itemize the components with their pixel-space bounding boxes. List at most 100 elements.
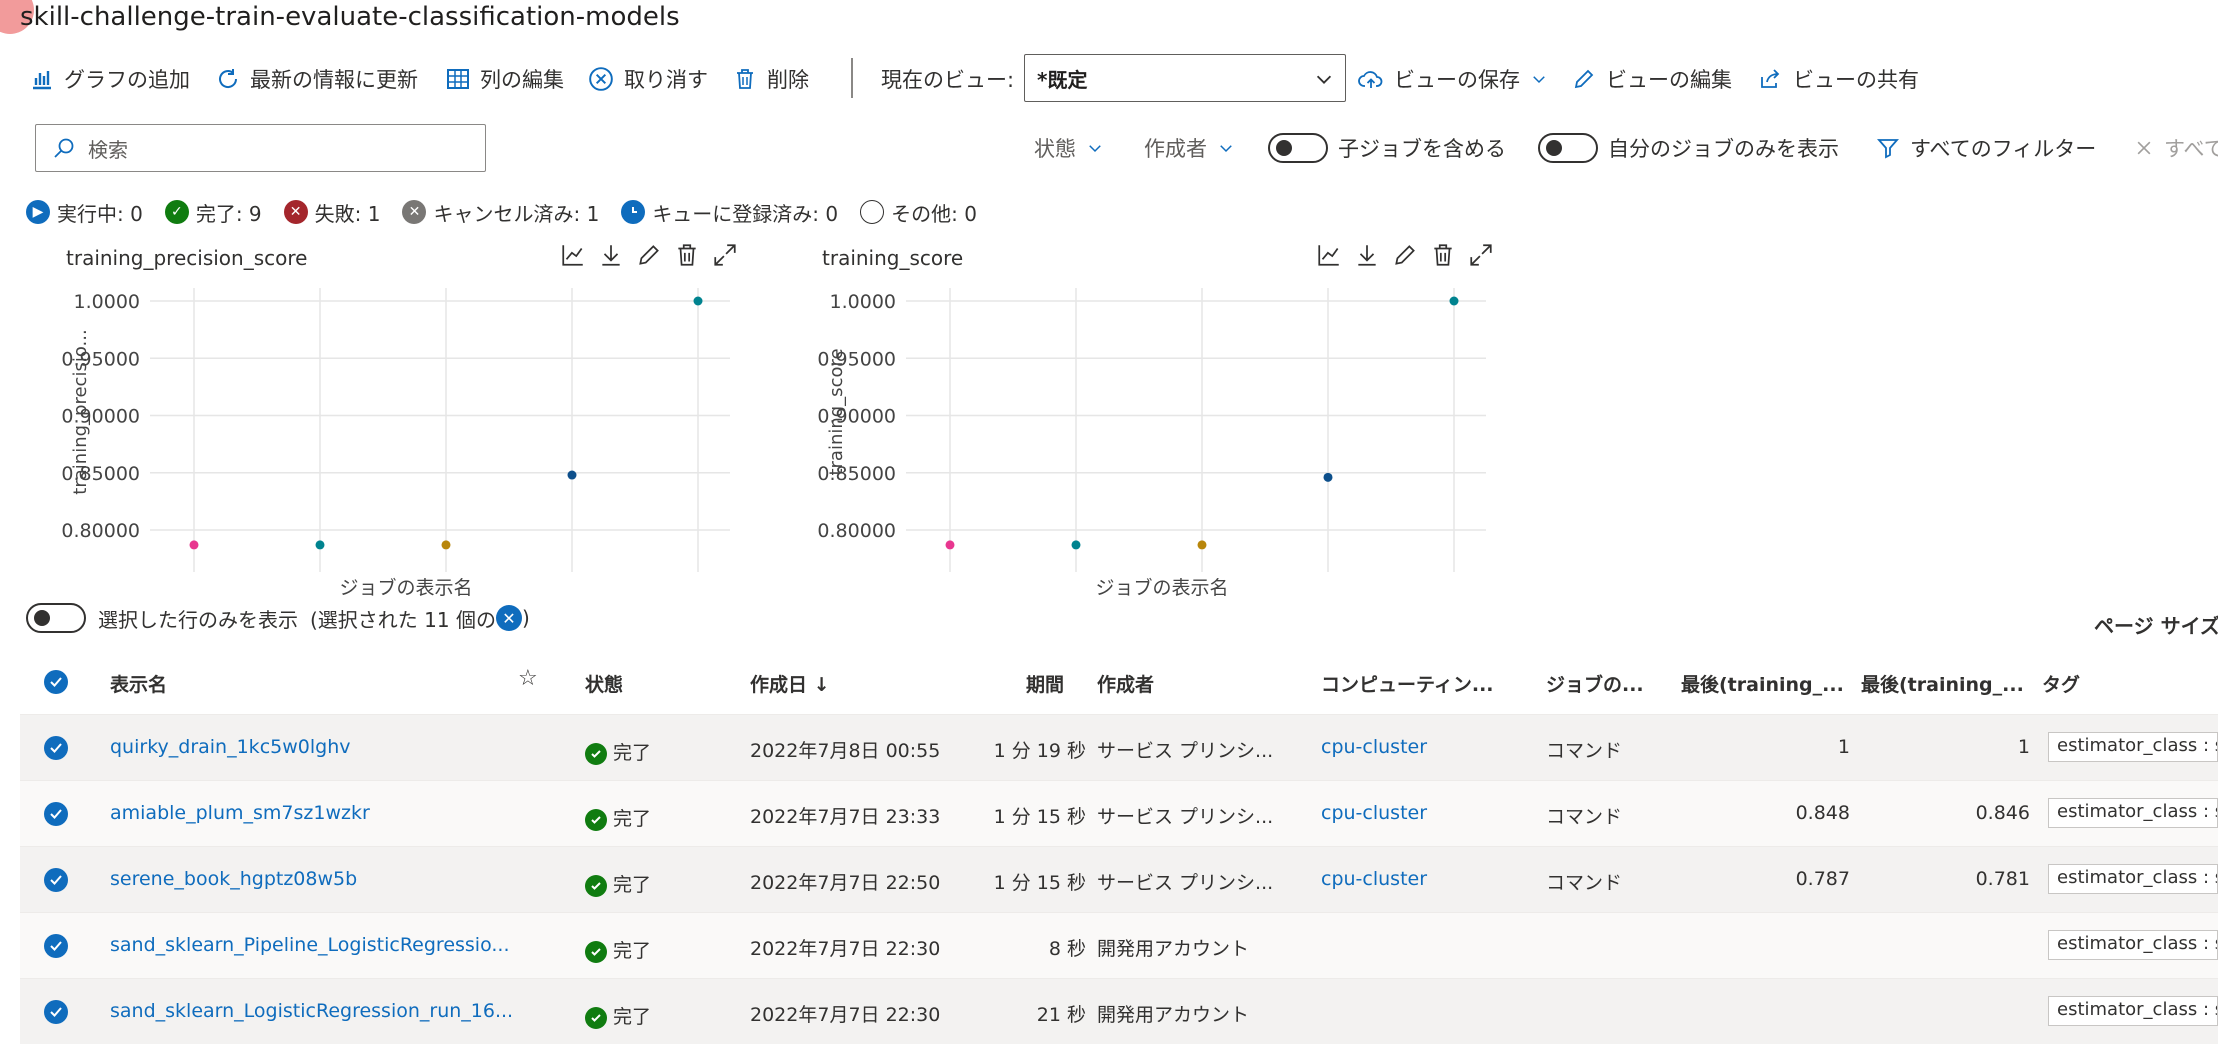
last-precision-value: 0.787: [1795, 868, 1850, 890]
line-chart-icon[interactable]: [1316, 242, 1342, 268]
col-header-author[interactable]: 作成者: [1097, 670, 1154, 697]
tag-chip[interactable]: estimator_class : sk: [2048, 864, 2218, 894]
job-name-link[interactable]: sand_sklearn_LogisticRegression_run_16..…: [110, 1000, 513, 1022]
job-name-link[interactable]: amiable_plum_sm7sz1wzkr: [110, 802, 370, 824]
col-header-compute[interactable]: コンピューティン...: [1321, 670, 1494, 697]
last-score-value: 0.781: [1975, 868, 2030, 890]
data-point[interactable]: [441, 540, 451, 550]
y-tick-label: 0.80000: [61, 520, 140, 542]
chevron-down-icon: [1220, 145, 1232, 153]
table-row[interactable]: serene_book_hgptz08w5b 完了 2022年7月7日 22:5…: [20, 846, 2218, 912]
tag-chip[interactable]: estimator_class : sk: [2048, 732, 2218, 762]
col-header-tags[interactable]: タグ: [2042, 670, 2080, 697]
job-name-link[interactable]: serene_book_hgptz08w5b: [110, 868, 357, 890]
job-state: 完了: [585, 870, 651, 897]
all-filters-button[interactable]: すべてのフィルター: [1876, 130, 2096, 166]
status-running[interactable]: ▶ 実行中: 0: [26, 198, 143, 227]
data-point[interactable]: [189, 540, 199, 550]
status-running-label: 実行中: 0: [57, 201, 143, 226]
author-filter-dropdown[interactable]: 作成者: [1144, 130, 1235, 166]
row-checkbox[interactable]: [44, 934, 68, 958]
col-header-job-type[interactable]: ジョブの...: [1546, 670, 1644, 697]
col-header-created[interactable]: 作成日 ↓: [750, 670, 830, 697]
toggle-switch[interactable]: [1538, 133, 1598, 163]
edit-columns-button[interactable]: 列の編集: [446, 54, 564, 104]
share-icon: [1761, 69, 1780, 88]
job-state-label: 完了: [613, 808, 652, 830]
trash-icon[interactable]: [674, 242, 700, 268]
row-checkbox[interactable]: [44, 1000, 68, 1024]
edit-view-button[interactable]: ビューの編集: [1572, 54, 1732, 104]
status-failed[interactable]: ✕ 失敗: 1: [283, 198, 380, 227]
job-type: コマンド: [1546, 806, 1623, 828]
data-point[interactable]: [567, 470, 577, 480]
refresh-button[interactable]: 最新の情報に更新: [216, 54, 418, 104]
toggle-switch[interactable]: [1268, 133, 1328, 163]
include-child-jobs-toggle[interactable]: 子ジョブを含める: [1268, 130, 1506, 166]
compute-link[interactable]: cpu-cluster: [1321, 736, 1427, 758]
only-selected-toggle[interactable]: [26, 603, 86, 633]
add-chart-label: グラフの追加: [64, 68, 190, 92]
clear-all-filters-button[interactable]: すべて: [2134, 130, 2218, 166]
share-view-label: ビューの共有: [1793, 68, 1919, 92]
row-checkbox[interactable]: [44, 736, 68, 760]
table-row[interactable]: amiable_plum_sm7sz1wzkr 完了 2022年7月7日 23:…: [20, 780, 2218, 846]
status-queued[interactable]: キューに登録済み: 0: [621, 198, 838, 227]
data-point[interactable]: [315, 540, 325, 550]
pencil-icon[interactable]: [1392, 242, 1418, 268]
data-point[interactable]: [1449, 296, 1459, 306]
download-icon[interactable]: [1354, 242, 1380, 268]
row-checkbox[interactable]: [44, 802, 68, 826]
table-row[interactable]: quirky_drain_1kc5w0lghv 完了 2022年7月8日 00:…: [20, 714, 2218, 780]
share-view-button[interactable]: ビューの共有: [1757, 54, 1919, 104]
data-point[interactable]: [693, 296, 703, 306]
cancel-button[interactable]: 取り消す: [588, 54, 708, 104]
check-icon: [50, 677, 62, 687]
col-header-duration[interactable]: 期間: [1026, 670, 1064, 697]
tag-chip[interactable]: estimator_class : sk: [2048, 798, 2218, 828]
col-header-last-precision[interactable]: 最後(training_...: [1681, 670, 1844, 697]
line-chart-icon[interactable]: [560, 242, 586, 268]
col-header-state[interactable]: 状態: [585, 670, 623, 697]
data-point[interactable]: [1197, 540, 1207, 550]
only-my-jobs-toggle[interactable]: 自分のジョブのみを表示: [1538, 130, 1839, 166]
data-point[interactable]: [1323, 472, 1333, 482]
row-checkbox[interactable]: [44, 868, 68, 892]
clear-selection-icon[interactable]: ✕: [495, 605, 522, 631]
select-all-checkbox[interactable]: [44, 670, 68, 694]
col-header-name[interactable]: 表示名: [110, 670, 167, 697]
tag-chip[interactable]: estimator_class : sk: [2048, 930, 2218, 960]
job-state-label: 完了: [613, 874, 652, 896]
job-name-link[interactable]: sand_sklearn_Pipeline_LogisticRegressio.…: [110, 934, 510, 956]
status-canceled[interactable]: ✕ キャンセル済み: 1: [402, 198, 599, 227]
download-icon[interactable]: [598, 242, 624, 268]
save-view-button[interactable]: ビューの保存: [1358, 54, 1548, 104]
col-header-last-score[interactable]: 最後(training_...: [1861, 670, 2024, 697]
chart-training-score: 1.00000.950000.900000.850000.80000ジョブの表示…: [817, 288, 1486, 599]
search-input[interactable]: 検索: [35, 124, 486, 172]
compute-link[interactable]: cpu-cluster: [1321, 868, 1427, 890]
current-view-dropdown[interactable]: *既定: [1024, 54, 1346, 102]
table-row[interactable]: sand_sklearn_LogisticRegression_run_16..…: [20, 978, 2218, 1044]
tag-chip[interactable]: estimator_class : sk: [2048, 996, 2218, 1026]
last-precision-value: 1: [1837, 736, 1850, 758]
pencil-icon[interactable]: [636, 242, 662, 268]
status-filter-dropdown[interactable]: 状態: [1034, 130, 1104, 166]
expand-icon[interactable]: [712, 242, 738, 268]
add-chart-button[interactable]: グラフの追加: [30, 54, 190, 104]
last-precision-value: 0.848: [1795, 802, 1850, 824]
compute-link[interactable]: cpu-cluster: [1321, 802, 1427, 824]
chart-precision-score: 1.00000.950000.900000.850000.80000ジョブの表示…: [61, 288, 730, 599]
job-created: 2022年7月7日 23:33: [750, 806, 941, 828]
status-completed[interactable]: ✓ 完了: 9: [164, 198, 262, 227]
table-row[interactable]: sand_sklearn_Pipeline_LogisticRegressio.…: [20, 912, 2218, 978]
status-other[interactable]: その他: 0: [860, 198, 977, 227]
table-icon: [447, 69, 469, 89]
data-point[interactable]: [945, 540, 955, 550]
star-icon[interactable]: ☆: [518, 666, 538, 691]
job-name-link[interactable]: quirky_drain_1kc5w0lghv: [110, 736, 350, 758]
delete-button[interactable]: 削除: [733, 54, 809, 104]
data-point[interactable]: [1071, 540, 1081, 550]
expand-icon[interactable]: [1468, 242, 1494, 268]
trash-icon[interactable]: [1430, 242, 1456, 268]
